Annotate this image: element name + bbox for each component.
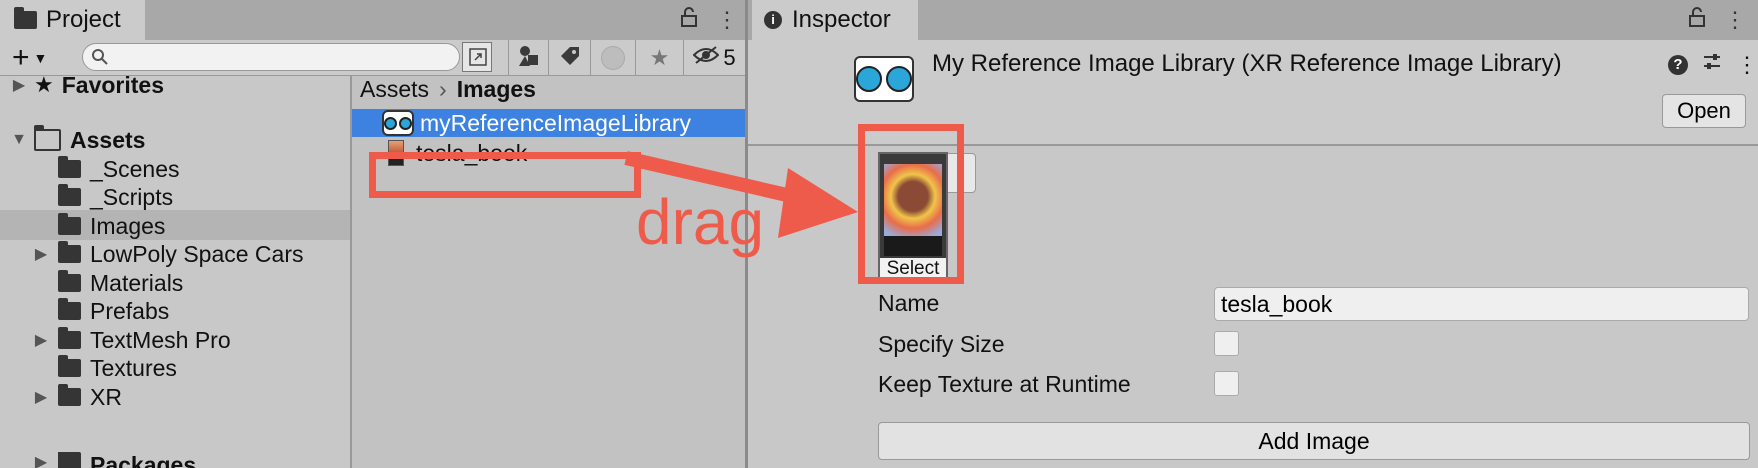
header-icons: ? ⋮ xyxy=(1668,52,1758,78)
name-input[interactable] xyxy=(1214,287,1749,321)
add-image-button[interactable]: Add Image xyxy=(878,422,1750,460)
asset-title: My Reference Image Library (XR Reference… xyxy=(932,50,1562,77)
tab-project-label: Project xyxy=(46,6,121,33)
filter-by-label-button[interactable] xyxy=(548,40,590,76)
tree-folder-label: Materials xyxy=(90,269,184,296)
keep-texture-label: Keep Texture at Runtime xyxy=(878,371,1131,397)
kebab-menu-icon[interactable]: ⋮ xyxy=(1736,52,1758,78)
folder-icon xyxy=(58,270,81,292)
lock-icon[interactable] xyxy=(1688,6,1706,34)
folder-icon xyxy=(58,384,81,406)
tree-favorites-label: Favorites xyxy=(61,71,164,98)
folder-icon xyxy=(14,7,37,29)
breadcrumb: Assets › Images xyxy=(360,74,536,104)
annotation-highlight-target xyxy=(858,124,964,284)
reference-library-icon xyxy=(854,56,914,102)
tree-folder-label: Prefabs xyxy=(90,297,170,324)
star-icon: ★ xyxy=(34,72,54,97)
folder-icon xyxy=(58,241,81,263)
chevron-down-icon: ▼ xyxy=(33,50,48,66)
tree-folder-label: Images xyxy=(90,212,166,239)
collapse-arrow-icon[interactable]: ▼ xyxy=(8,131,30,149)
tree-packages[interactable]: ▶ Packages xyxy=(30,452,196,468)
open-button[interactable]: Open xyxy=(1662,94,1746,128)
specify-size-label: Specify Size xyxy=(878,331,1005,357)
settings-sliders-icon[interactable] xyxy=(1702,52,1722,78)
tree-folder[interactable]: _Scripts xyxy=(58,181,173,213)
file-item-library[interactable]: myReferenceImageLibrary xyxy=(382,108,691,138)
folder-icon xyxy=(58,355,81,377)
search-by-type-button[interactable] xyxy=(462,42,492,72)
star-icon: ★ xyxy=(649,45,670,70)
tree-folder[interactable]: Textures xyxy=(58,352,177,384)
tree-folder[interactable]: ▶ XR xyxy=(30,381,122,413)
eye-slash-icon xyxy=(692,45,720,71)
keep-texture-checkbox[interactable] xyxy=(1214,371,1239,396)
folder-icon xyxy=(58,213,81,235)
info-disabled-icon xyxy=(601,46,625,70)
chevron-right-icon: › xyxy=(439,75,447,102)
hidden-count: 5 xyxy=(723,45,736,70)
tree-favorites[interactable]: ▶ ★ Favorites xyxy=(8,69,164,101)
filter-by-log-button[interactable] xyxy=(590,40,635,76)
breadcrumb-images[interactable]: Images xyxy=(457,76,536,103)
name-label: Name xyxy=(878,290,940,316)
filter-by-type-button[interactable] xyxy=(508,40,548,76)
help-icon[interactable]: ? xyxy=(1668,55,1688,75)
reference-library-icon xyxy=(382,110,414,136)
search-icon xyxy=(91,48,109,71)
tree-folder-label: Textures xyxy=(90,354,177,381)
project-tab-icons: ⋮ xyxy=(680,6,738,34)
shapes-icon xyxy=(517,44,541,73)
expand-arrow-icon[interactable]: ▶ xyxy=(30,387,52,407)
tree-packages-label: Packages xyxy=(90,452,197,468)
expand-arrow-icon[interactable]: ▶ xyxy=(30,330,52,350)
search-type-icon xyxy=(468,47,488,72)
specify-size-checkbox[interactable] xyxy=(1214,331,1239,356)
folder-icon xyxy=(58,452,81,468)
search-field[interactable] xyxy=(82,43,460,71)
lock-icon[interactable] xyxy=(680,6,698,34)
info-icon: i xyxy=(764,11,782,29)
hidden-packages-button[interactable]: 5 xyxy=(683,40,745,76)
tree-selection-highlight xyxy=(0,210,350,240)
expand-arrow-icon[interactable]: ▶ xyxy=(30,244,52,264)
tree-folder[interactable]: ▶ LowPoly Space Cars xyxy=(30,238,304,270)
tree-folder-label: TextMesh Pro xyxy=(90,326,231,353)
open-folder-icon xyxy=(34,125,61,151)
expand-arrow-icon[interactable]: ▶ xyxy=(8,75,30,95)
favorites-button[interactable]: ★ xyxy=(635,40,683,76)
kebab-menu-icon[interactable]: ⋮ xyxy=(716,7,738,33)
tree-assets[interactable]: ▼ Assets xyxy=(8,124,145,156)
drag-annotation-label: drag xyxy=(636,186,765,258)
folder-icon xyxy=(58,184,81,206)
kebab-menu-icon[interactable]: ⋮ xyxy=(1724,7,1746,33)
tree-folder-label: XR xyxy=(90,383,122,410)
tree-assets-label: Assets xyxy=(70,126,146,153)
tree-folder[interactable]: Prefabs xyxy=(58,295,169,327)
search-input[interactable] xyxy=(113,46,443,68)
folder-icon xyxy=(58,327,81,349)
inspector-tab-icons: ⋮ xyxy=(1688,6,1746,34)
tab-inspector[interactable]: i Inspector xyxy=(752,0,918,40)
annotation-highlight-source xyxy=(369,152,641,198)
tree-folder-label: LowPoly Space Cars xyxy=(90,240,304,267)
tree-folder-label: _Scripts xyxy=(90,183,174,210)
breadcrumb-assets[interactable]: Assets xyxy=(360,76,429,103)
file-item-label: myReferenceImageLibrary xyxy=(420,109,692,136)
folder-icon xyxy=(58,298,81,320)
tab-project[interactable]: Project xyxy=(0,0,145,40)
tag-icon xyxy=(559,45,581,72)
tree-folder-label: _Scenes xyxy=(90,155,180,182)
folder-icon xyxy=(58,156,81,178)
tab-inspector-label: Inspector xyxy=(792,6,891,33)
expand-arrow-icon[interactable]: ▶ xyxy=(30,452,52,468)
